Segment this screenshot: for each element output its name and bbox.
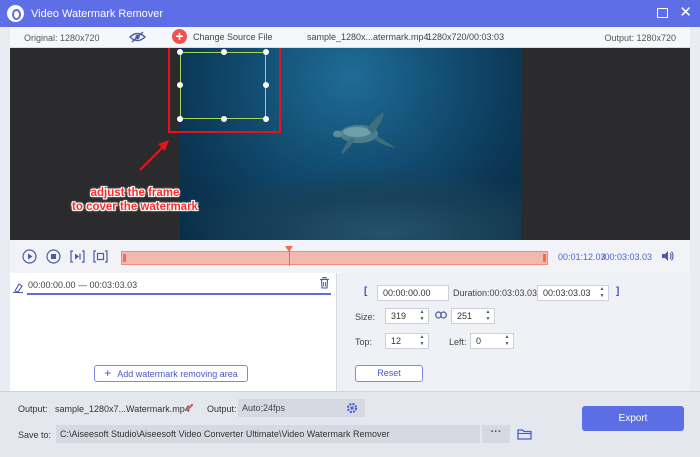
output-file-label: Output:: [18, 404, 48, 414]
annotation-line: to cover the watermark: [72, 201, 198, 213]
link-icon[interactable]: [435, 311, 447, 319]
resize-handle[interactable]: [177, 49, 183, 55]
original-resolution: Original: 1280x720: [24, 33, 100, 43]
current-time: 00:01:12.03: [558, 252, 606, 262]
segment-bar: [27, 293, 331, 295]
end-time-value: 00:03:03.03: [543, 288, 591, 298]
next-frame-icon[interactable]: [70, 249, 85, 264]
stepper-icon[interactable]: ▲ ▼: [484, 309, 492, 323]
resize-handle[interactable]: [263, 82, 269, 88]
resize-handle[interactable]: [221, 49, 227, 55]
change-source-link[interactable]: Change Source File: [193, 32, 273, 42]
top-label: Top:: [355, 337, 373, 347]
playhead[interactable]: [284, 246, 293, 266]
eraser-icon: [13, 283, 23, 293]
eye-toggle-icon[interactable]: [129, 31, 146, 43]
close-icon[interactable]: ✕: [679, 5, 692, 20]
resize-handle[interactable]: [177, 82, 183, 88]
folder-icon[interactable]: [517, 428, 532, 440]
stepper-icon[interactable]: ▲ ▼: [598, 286, 606, 300]
playback-controls: 00:01:12.03 /00:03:03.03: [10, 240, 690, 273]
add-source-icon[interactable]: +: [172, 29, 187, 44]
stepper-icon[interactable]: ▲ ▼: [418, 334, 426, 348]
annotation-text: adjust the frame to cover the watermark: [40, 186, 230, 214]
annotation-line: adjust the frame: [90, 187, 180, 199]
add-watermark-area-button[interactable]: + Add watermark removing area: [94, 365, 248, 382]
add-area-label: Add watermark removing area: [117, 369, 238, 379]
maximize-icon[interactable]: [657, 8, 668, 18]
resize-handle[interactable]: [263, 49, 269, 55]
left-value: 0: [476, 336, 482, 346]
reset-button[interactable]: Reset: [355, 365, 423, 382]
top-field[interactable]: 12 ▲ ▼: [385, 333, 429, 349]
resize-handle[interactable]: [263, 116, 269, 122]
output-resolution: Output: 1280x720: [604, 33, 676, 43]
timeline-slider[interactable]: [121, 246, 548, 266]
plus-icon: +: [104, 366, 112, 380]
stepper-icon[interactable]: ▲ ▼: [503, 334, 511, 348]
title-bar: Video Watermark Remover ✕: [0, 0, 700, 27]
stepper-icon[interactable]: ▲ ▼: [418, 309, 426, 323]
output-format-label: Output:: [207, 404, 237, 414]
stop-icon[interactable]: [46, 249, 61, 264]
pencil-icon[interactable]: [185, 402, 195, 412]
total-time: /00:03:03.03: [602, 252, 653, 262]
play-icon[interactable]: [22, 249, 37, 264]
save-path-field[interactable]: C:\Aiseesoft Studio\Aiseesoft Video Conv…: [56, 425, 480, 443]
volume-icon[interactable]: [661, 250, 674, 262]
source-fileinfo: 1280x720/00:03:03: [427, 32, 505, 42]
export-button[interactable]: Export: [582, 406, 684, 431]
timeline-end-handle[interactable]: [543, 254, 546, 262]
trash-icon[interactable]: [319, 277, 330, 289]
start-time-field[interactable]: 00:00:00.00: [377, 285, 449, 301]
arrow-icon: [139, 140, 169, 171]
resize-handle[interactable]: [221, 116, 227, 122]
size-label: Size:: [355, 312, 376, 322]
set-start-icon[interactable]: [: [364, 286, 367, 297]
duration-label: Duration:00:03:03.03: [453, 288, 538, 298]
top-value: 12: [391, 336, 402, 346]
gear-icon[interactable]: [346, 402, 358, 414]
video-preview[interactable]: adjust the frame to cover the watermark: [10, 48, 690, 240]
timeline-start-handle[interactable]: [123, 254, 126, 262]
settings-panel: [ 00:00:00.00 Duration:00:03:03.03 00:03…: [336, 273, 690, 391]
segment-list: 00:00:00.00 — 00:03:03.03 + Add watermark…: [10, 273, 336, 391]
info-bar: Original: 1280x720 + Change Source File …: [10, 27, 690, 48]
window-title: Video Watermark Remover: [31, 7, 164, 20]
crop-frame-icon[interactable]: [93, 249, 108, 264]
watermark-selection-box[interactable]: [177, 49, 269, 122]
height-value: 251: [457, 311, 473, 321]
end-time-field[interactable]: 00:03:03.03 ▲ ▼: [537, 285, 609, 301]
width-field[interactable]: 319 ▲ ▼: [385, 308, 429, 324]
source-filename: sample_1280x...atermark.mp4: [307, 32, 429, 42]
seafloor: [180, 170, 521, 240]
left-label: Left:: [449, 337, 467, 347]
output-filename: sample_1280x7...Watermark.mp4: [55, 404, 190, 414]
sea-turtle-image: [333, 112, 395, 154]
set-end-icon[interactable]: ]: [616, 286, 619, 297]
browse-button[interactable]: ···: [482, 425, 510, 443]
width-value: 319: [391, 311, 407, 321]
list-item[interactable]: 00:00:00.00 — 00:03:03.03: [10, 273, 336, 297]
segment-time-range: 00:00:00.00 — 00:03:03.03: [28, 280, 138, 290]
output-bar: Output: sample_1280x7...Watermark.mp4 Ou…: [0, 391, 700, 457]
app-logo-icon: [7, 5, 24, 22]
save-to-label: Save to:: [18, 430, 52, 440]
resize-handle[interactable]: [177, 116, 183, 122]
left-field[interactable]: 0 ▲ ▼: [470, 333, 514, 349]
height-field[interactable]: 251 ▲ ▼: [451, 308, 495, 324]
